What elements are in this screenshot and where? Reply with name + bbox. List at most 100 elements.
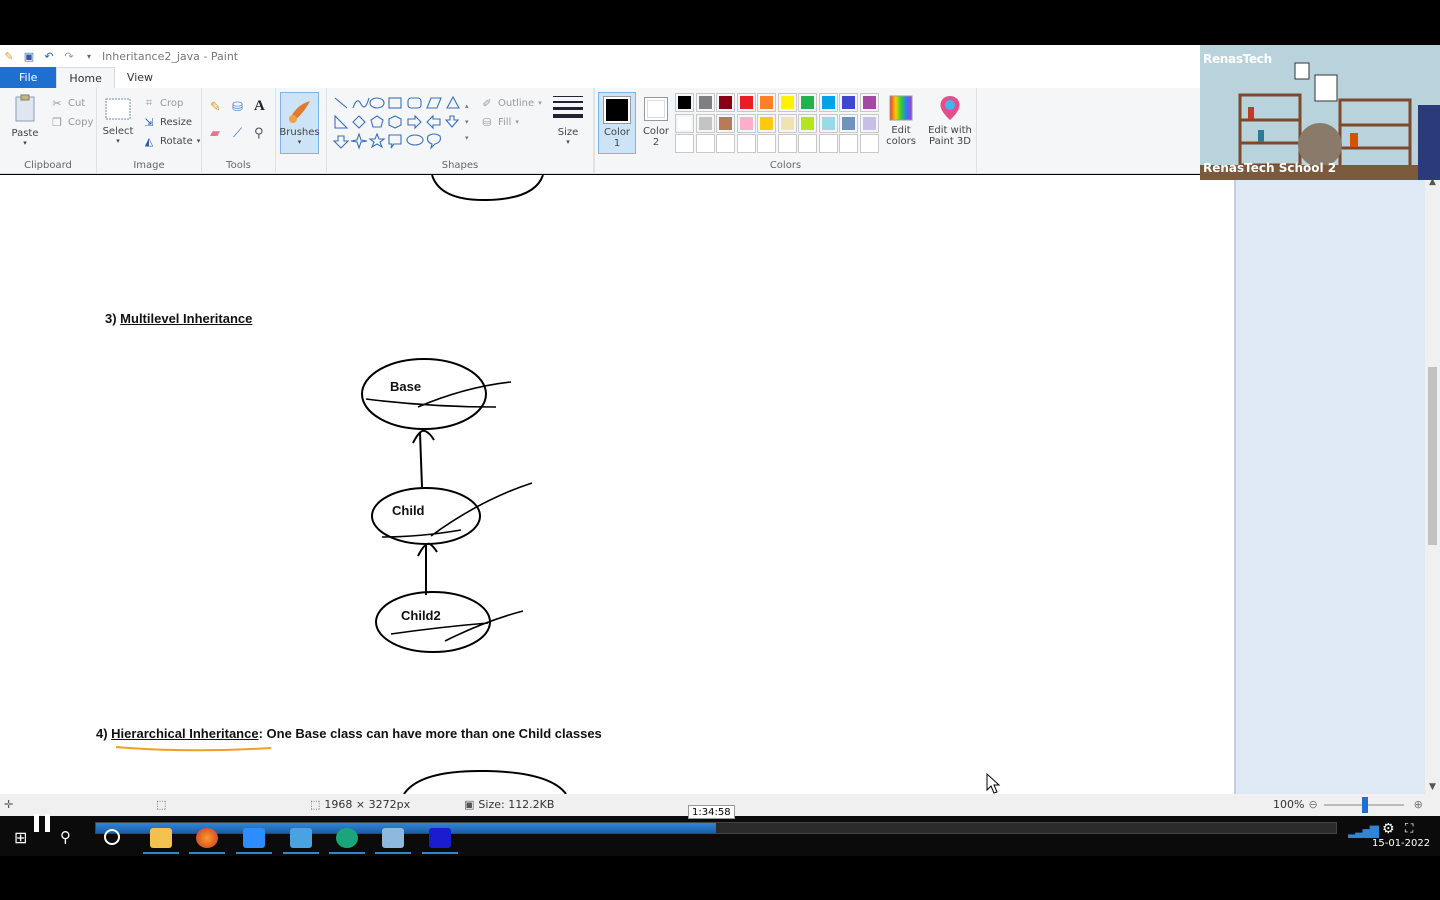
crop-label: Crop — [160, 97, 184, 109]
color-swatch[interactable] — [675, 113, 694, 133]
fill-button[interactable]: ⛁ Fill ▾ — [480, 115, 519, 129]
color-swatch[interactable] — [818, 93, 838, 112]
customize-quick-access-icon[interactable]: ▾ — [82, 49, 96, 63]
fill-bucket-icon[interactable]: ⛁ — [232, 100, 243, 115]
hierarchical-underline — [115, 746, 272, 752]
chevron-down-icon: ▾ — [566, 138, 570, 146]
shapes-scroll-up-icon[interactable]: ▴ — [465, 102, 469, 110]
child-ellipse — [371, 487, 481, 545]
intellij-icon[interactable] — [429, 828, 451, 848]
color-swatch[interactable] — [757, 113, 776, 133]
chevron-down-icon: ▾ — [515, 118, 519, 126]
color-swatch[interactable] — [736, 93, 756, 112]
color-swatch[interactable] — [695, 113, 715, 133]
arrowhead-base — [412, 429, 435, 444]
pencil-icon[interactable]: ✎ — [210, 100, 221, 115]
rotate-button[interactable]: ◭ Rotate ▾ — [142, 134, 201, 148]
custom-color-slot[interactable] — [695, 134, 715, 153]
scroll-down-icon[interactable]: ▼ — [1425, 780, 1440, 794]
outline-button[interactable]: ✐ Outline ▾ — [480, 96, 541, 110]
edit-with-paint3d-button[interactable]: Edit with Paint 3D — [926, 94, 974, 147]
color-swatch[interactable] — [798, 113, 817, 133]
color-swatch[interactable] — [695, 93, 715, 112]
custom-color-slot[interactable] — [818, 134, 838, 153]
resize-button[interactable]: ⇲ Resize — [142, 115, 192, 129]
ribbon-tabs: File Home View — [0, 67, 1200, 88]
eraser-icon[interactable]: ▰ — [210, 126, 220, 141]
edit-colors-button[interactable]: Edit colors — [882, 94, 920, 147]
cortana-icon[interactable] — [104, 829, 120, 845]
custom-color-slot[interactable] — [757, 134, 776, 153]
shapes-more-icon[interactable]: ▾ — [465, 134, 469, 142]
custom-color-slot[interactable] — [675, 134, 694, 153]
color-swatch-fill — [862, 116, 876, 130]
color-swatch[interactable] — [716, 93, 735, 112]
select-label: Select — [102, 126, 134, 137]
tab-view[interactable]: View — [115, 67, 165, 88]
color-swatch[interactable] — [839, 93, 858, 112]
zoom-slider[interactable] — [1323, 796, 1404, 813]
section3-heading: 3) Multilevel Inheritance — [105, 311, 252, 326]
color-picker-icon[interactable]: ⟋ — [233, 126, 242, 141]
fill-icon: ⛁ — [482, 115, 492, 129]
select-button[interactable]: Select ▾ — [103, 96, 133, 145]
color-swatch-fill — [678, 116, 691, 130]
drawing-canvas[interactable]: 3) Multilevel Inheritance Base Child Chi… — [0, 175, 1234, 794]
color-swatch[interactable] — [757, 93, 776, 112]
zoom-out-icon[interactable]: ⊖ — [1308, 798, 1317, 811]
app-icon-blue[interactable] — [290, 828, 312, 848]
copy-button[interactable]: ❐ Copy — [50, 115, 93, 129]
vertical-scrollbar[interactable]: ▲ ▼ — [1425, 175, 1440, 794]
color-swatch[interactable] — [777, 113, 797, 133]
save-icon[interactable]: ▣ — [22, 49, 36, 63]
tab-file[interactable]: File — [0, 67, 57, 88]
cut-button[interactable]: ✂ Cut — [50, 96, 85, 110]
paste-button[interactable]: Paste ▾ — [10, 94, 40, 147]
color-swatch[interactable] — [716, 113, 735, 133]
custom-color-slot[interactable] — [716, 134, 735, 153]
custom-color-slot[interactable] — [736, 134, 756, 153]
shapes-group-label: Shapes — [441, 160, 479, 171]
brushes-button[interactable]: Brushes ▾ — [279, 92, 320, 154]
firefox-icon[interactable] — [196, 828, 218, 848]
color-swatch-fill — [801, 116, 814, 130]
color-swatch[interactable] — [675, 93, 694, 112]
rainbow-palette-icon — [889, 95, 913, 121]
color-swatch-fill — [760, 116, 773, 130]
custom-color-slot[interactable] — [859, 134, 879, 153]
section4-number: 4) — [96, 726, 112, 741]
zoom-app-icon[interactable] — [243, 828, 265, 848]
custom-color-slot[interactable] — [798, 134, 817, 153]
app-icon-green[interactable] — [336, 828, 358, 848]
file-explorer-icon[interactable] — [150, 828, 172, 848]
color-swatch[interactable] — [798, 93, 817, 112]
tab-home[interactable]: Home — [56, 67, 115, 88]
section4-heading: 4) Hierarchical Inheritance: One Base cl… — [96, 726, 602, 741]
shapes-scroll-down-icon[interactable]: ▾ — [465, 118, 469, 126]
text-icon[interactable]: A — [254, 98, 265, 115]
size-button[interactable]: Size ▾ — [550, 94, 586, 146]
search-icon[interactable]: ⚲ — [60, 828, 71, 846]
custom-color-slot[interactable] — [839, 134, 858, 153]
base-strikeout — [365, 381, 512, 408]
windows-start-icon[interactable]: ⊞ — [14, 828, 27, 847]
fullscreen-icon[interactable]: ⛶ — [1405, 821, 1413, 836]
zoom-slider-thumb[interactable] — [1361, 796, 1368, 813]
paint-taskbar-icon[interactable] — [382, 828, 404, 848]
color-swatch[interactable] — [736, 113, 756, 133]
color-swatch[interactable] — [859, 113, 879, 133]
custom-color-slot[interactable] — [777, 134, 797, 153]
magnifier-icon[interactable]: ⚲ — [254, 126, 264, 141]
color-swatch[interactable] — [859, 93, 879, 112]
undo-icon[interactable]: ↶ — [42, 49, 56, 63]
scrollbar-thumb[interactable] — [1428, 367, 1437, 545]
color-swatch[interactable] — [839, 113, 858, 133]
shapes-gallery[interactable] — [331, 94, 471, 150]
color-swatch[interactable] — [777, 93, 797, 112]
zoom-in-icon[interactable]: ⊕ — [1414, 798, 1423, 811]
redo-icon[interactable]: ↷ — [62, 49, 76, 63]
crop-button[interactable]: ⌗ Crop — [142, 96, 183, 110]
gear-icon[interactable]: ⚙ — [1382, 821, 1395, 837]
color-swatch[interactable] — [818, 113, 838, 133]
edit-colors-line2: colors — [886, 136, 916, 147]
